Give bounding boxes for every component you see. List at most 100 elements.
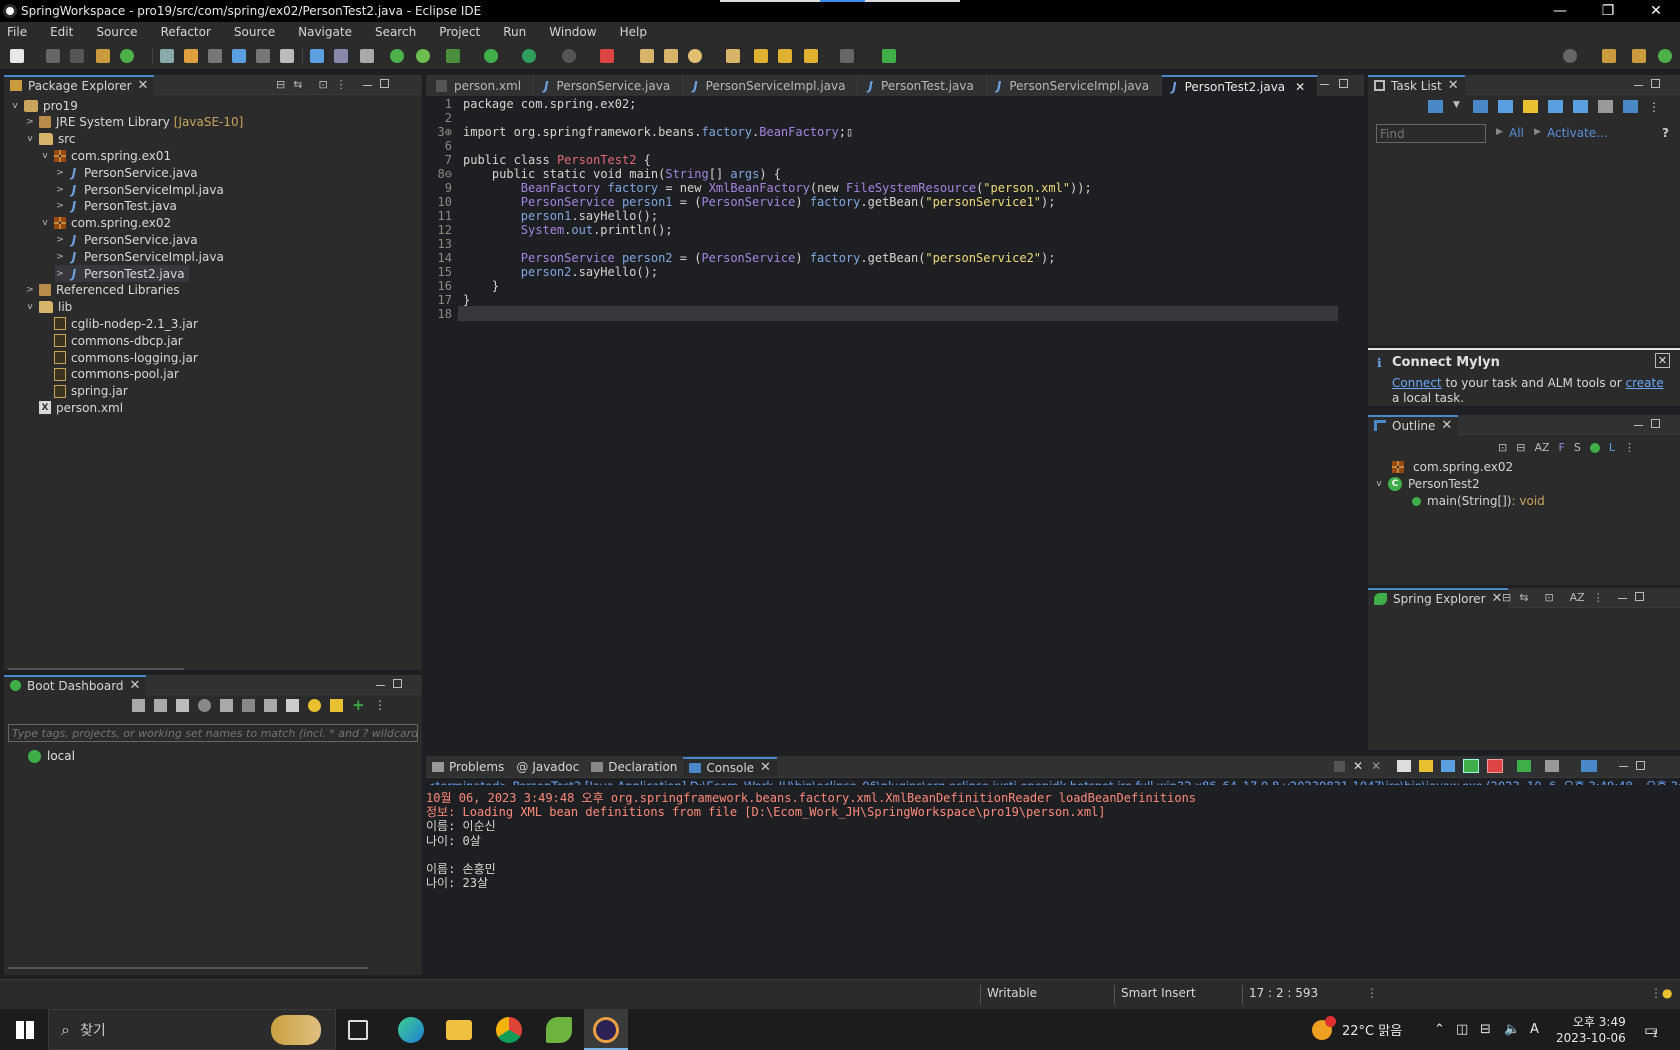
close-icon[interactable]: ✕ — [1492, 591, 1503, 606]
sort-az-icon[interactable]: AZ — [1570, 591, 1585, 604]
collapse-all-icon[interactable]: ⊟ — [1502, 591, 1511, 604]
open-type-icon[interactable] — [640, 49, 654, 63]
tab-problems[interactable]: Problems — [426, 757, 510, 777]
open-browser-icon[interactable] — [220, 699, 233, 712]
remove-launch-icon[interactable]: ✕ — [1353, 759, 1363, 773]
next-annotation-icon[interactable] — [778, 49, 792, 63]
task-view-icon[interactable] — [348, 1020, 368, 1040]
tree-item[interactable]: commons-pool.jar — [40, 366, 179, 383]
word-wrap-icon[interactable] — [1441, 760, 1456, 772]
tree-item[interactable]: Xperson.xml — [25, 399, 123, 416]
link-editor-icon[interactable]: ⇆ — [1519, 591, 1528, 604]
new-package-icon[interactable] — [96, 49, 110, 63]
tab-javadoc[interactable]: @ Javadoc — [510, 757, 585, 777]
tree-item[interactable]: > J PersonService.java — [55, 164, 197, 181]
hide-completed-icon[interactable] — [1573, 100, 1588, 113]
editor-tab[interactable]: J PersonService.java — [534, 75, 684, 96]
tree-item[interactable]: commons-dbcp.jar — [40, 332, 183, 349]
chevron-right-icon[interactable]: > — [55, 235, 65, 245]
close-icon[interactable]: ✕ — [1448, 78, 1459, 93]
link-editor-icon[interactable]: ⇆ — [293, 78, 302, 91]
open-console-icon[interactable] — [1581, 760, 1598, 772]
chevron-right-icon[interactable]: > — [55, 185, 65, 195]
hide-static-icon[interactable]: S — [1574, 441, 1581, 454]
chevron-down-icon[interactable]: v — [40, 151, 50, 161]
synchronize-icon[interactable] — [1623, 100, 1638, 113]
focus-icon[interactable]: ⊡ — [1544, 591, 1553, 604]
view-menu-icon[interactable]: ⋮ — [1648, 100, 1660, 114]
console-icon[interactable] — [198, 699, 211, 712]
editor-tab[interactable]: J PersonTest.java — [858, 75, 987, 96]
all-filter-link[interactable]: All — [1509, 126, 1524, 140]
collapse-tasks-icon[interactable] — [1598, 100, 1613, 113]
open-perspective-icon[interactable] — [1602, 49, 1616, 63]
code-editor[interactable]: 1 package com.spring.ex02; 2 3⊕ import org.s… — [426, 96, 1364, 750]
chevron-right-icon[interactable]: > — [55, 269, 65, 279]
stop-square-icon[interactable] — [176, 699, 189, 712]
spring-tool-suite-icon[interactable] — [546, 1017, 572, 1043]
java-perspective-icon[interactable] — [1632, 49, 1646, 63]
scheduled-icon[interactable] — [1498, 100, 1513, 113]
maximize-view-icon[interactable] — [379, 78, 389, 91]
tab-console[interactable]: Console ✕ — [683, 756, 777, 777]
remove-all-icon[interactable]: ✕ — [1371, 759, 1381, 773]
show-stderr-icon[interactable] — [1487, 759, 1504, 773]
close-icon[interactable]: ✕ — [138, 78, 149, 93]
boot-dashboard-filter-input[interactable] — [8, 724, 418, 742]
ime-indicator[interactable]: A — [1530, 1009, 1539, 1050]
collapse-all-icon[interactable]: ⊟ — [1516, 441, 1525, 454]
pin-console-icon[interactable] — [1517, 760, 1532, 772]
filter-completed-icon[interactable] — [1548, 100, 1563, 113]
file-explorer-icon[interactable] — [446, 1020, 472, 1040]
collapse-all-icon[interactable]: ⊟ — [276, 78, 285, 91]
maximize-view-icon[interactable] — [393, 678, 402, 691]
close-mylyn-icon[interactable]: ✕ — [1655, 353, 1670, 368]
debug-icon[interactable] — [446, 49, 460, 63]
minimize-view-icon[interactable] — [1320, 77, 1329, 91]
tree-item[interactable]: spring.jar — [40, 383, 128, 400]
debug-start-icon[interactable] — [154, 699, 167, 712]
chevron-right-icon[interactable]: > — [25, 117, 35, 127]
maximize-view-icon[interactable] — [1339, 77, 1348, 91]
outline-class[interactable]: v C PersonTest2 — [1374, 477, 1480, 491]
skip-breakpoints-icon[interactable] — [334, 49, 348, 63]
view-menu-icon[interactable]: ⋮ — [1624, 441, 1635, 454]
boot-item-local[interactable]: local — [28, 749, 75, 763]
debug-step-icon[interactable] — [360, 49, 374, 63]
run-external-icon[interactable] — [522, 49, 536, 63]
toggle-mark-icon[interactable] — [160, 49, 174, 63]
tree-item[interactable]: v com.spring.ex02 — [40, 215, 171, 232]
tree-item[interactable]: v pro19 — [10, 97, 78, 114]
new-icon[interactable] — [10, 49, 24, 63]
chevron-right-icon[interactable]: > — [55, 168, 65, 178]
close-icon[interactable]: ✕ — [1295, 80, 1305, 94]
status-menu-icon[interactable]: ⋮ — [1366, 986, 1378, 1000]
tree-item[interactable]: > J PersonTest2.java — [55, 265, 189, 282]
close-button[interactable]: ✕ — [1632, 0, 1680, 22]
hide-fields-icon[interactable]: F — [1559, 441, 1565, 454]
save-icon[interactable] — [46, 49, 60, 63]
spring-perspective-icon[interactable] — [1658, 49, 1672, 63]
help-icon[interactable]: ? — [1662, 126, 1669, 140]
stop-icon[interactable] — [562, 49, 576, 63]
editor-tab[interactable]: J PersonTest2.java ✕ — [1162, 75, 1319, 96]
task-find-input[interactable] — [1376, 124, 1486, 143]
lightbulb-icon[interactable] — [308, 699, 321, 712]
menu-search[interactable]: Search — [375, 25, 416, 39]
tab-spring-explorer[interactable]: Spring Explorer ✕ — [1368, 587, 1509, 608]
prev-annotation-icon[interactable] — [754, 49, 768, 63]
back-icon[interactable] — [804, 49, 818, 63]
scroll-lock-icon[interactable] — [1419, 760, 1434, 772]
outline-package[interactable]: com.spring.ex02 — [1392, 460, 1513, 474]
view-menu-icon[interactable]: ⋮ — [336, 78, 347, 91]
notification-center[interactable]: ▭ 1 — [1644, 1009, 1658, 1050]
edit-icon[interactable] — [264, 699, 277, 712]
spring-relaunch-icon[interactable] — [416, 49, 430, 63]
clear-console-icon[interactable] — [1397, 760, 1412, 772]
tab-outline[interactable]: Outline ✕ — [1368, 414, 1459, 435]
maximize-view-icon[interactable] — [1636, 759, 1646, 773]
chevron-right-icon[interactable]: > — [25, 285, 35, 295]
tree-item[interactable]: > J PersonServiceImpl.java — [55, 248, 224, 265]
menu-run[interactable]: Run — [503, 25, 526, 39]
maximize-view-icon[interactable] — [1651, 78, 1660, 91]
